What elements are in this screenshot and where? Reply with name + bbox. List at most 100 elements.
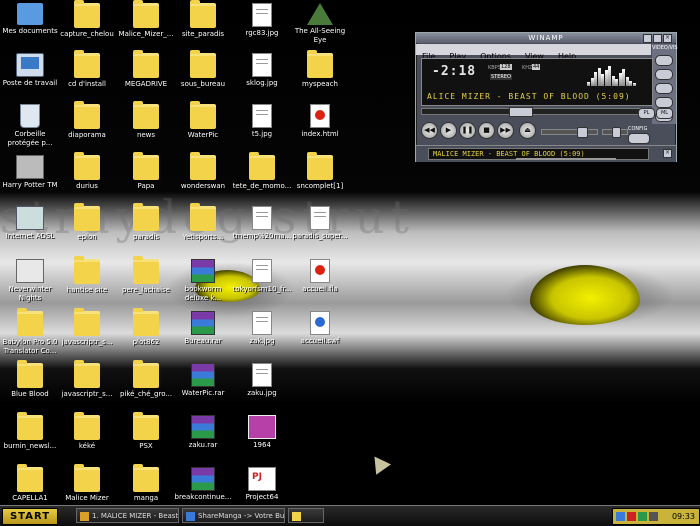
pause-button[interactable]: ❚❚ xyxy=(459,122,476,139)
desktop-icon[interactable]: Malice Mizer xyxy=(57,464,117,505)
config-button[interactable] xyxy=(628,133,650,144)
desktop-icon[interactable]: javascriptr_s... xyxy=(57,308,117,364)
desktop-icon[interactable]: hantise site xyxy=(57,256,117,312)
time-display[interactable]: -2:18 xyxy=(432,64,476,79)
desktop-icon[interactable]: myspeach xyxy=(290,50,350,106)
desktop-icon[interactable]: Project64 xyxy=(232,465,292,505)
start-button[interactable]: START xyxy=(2,508,58,525)
playlist-button[interactable]: PL xyxy=(638,108,655,119)
desktop-icon[interactable]: epion xyxy=(57,203,117,259)
taskbar-item-winamp[interactable]: 1. MALICE MIZER - Beast o... xyxy=(76,508,179,523)
volume-icon[interactable] xyxy=(649,512,658,521)
winamp-titlebar[interactable]: WINAMP × xyxy=(416,33,676,43)
vis-button-2[interactable] xyxy=(655,69,673,80)
volume-knob[interactable] xyxy=(576,127,588,138)
shade-button[interactable] xyxy=(653,34,662,43)
desktop-icon[interactable]: sklog.jpg xyxy=(232,51,292,106)
desktop-icon[interactable]: index.html xyxy=(290,102,350,157)
winrar-icon xyxy=(191,415,215,439)
messenger-icon[interactable] xyxy=(638,512,647,521)
desktop-icon[interactable]: zak.jpg xyxy=(232,309,292,364)
desktop-icon[interactable]: Yetisports... xyxy=(173,203,233,259)
desktop-icon[interactable]: sous_bureau xyxy=(173,50,233,106)
desktop-icon[interactable]: piké_ché_gro... xyxy=(116,360,176,416)
desktop-icon[interactable]: kéké xyxy=(57,412,117,468)
vis-button-4[interactable] xyxy=(655,97,673,108)
desktop-icon[interactable]: cd d'install xyxy=(57,50,117,106)
balance-knob[interactable] xyxy=(611,127,621,138)
desktop-icon[interactable]: plot862 xyxy=(116,308,176,364)
desktop-icon[interactable]: Neverwinter Nights xyxy=(0,257,60,312)
volume-slider[interactable] xyxy=(541,127,598,138)
desktop-icon-label: t5.jpg xyxy=(251,130,273,138)
seek-knob[interactable] xyxy=(509,107,534,117)
desktop-icon[interactable]: tokyorfsm10_fr... xyxy=(232,257,292,312)
desktop-icon[interactable]: sncomplet[1] xyxy=(290,152,350,208)
shade-seek-bar[interactable] xyxy=(516,158,616,160)
desktop-icon[interactable]: Corbeille protégée p... xyxy=(0,102,60,157)
folder-icon xyxy=(190,50,216,78)
desktop-icon[interactable]: wonderswan xyxy=(173,152,233,208)
desktop-icon[interactable]: The All-Seeing Eye xyxy=(290,1,350,56)
desktop-icon[interactable]: Malice_Mizer_... xyxy=(116,0,176,56)
desktop-icon[interactable]: Mes documents xyxy=(0,1,60,56)
desktop-icon[interactable]: zaku.jpg xyxy=(232,361,292,416)
next-button[interactable]: ▶▶ xyxy=(497,122,514,139)
desktop-icon[interactable]: capture_chelou xyxy=(57,0,117,56)
stop-button[interactable]: ■ xyxy=(478,122,495,139)
network-icon[interactable] xyxy=(616,512,625,521)
seek-bar[interactable] xyxy=(421,107,653,117)
desktop-icon[interactable]: burnin_newsl... xyxy=(0,412,60,468)
desktop-icon[interactable]: diaporama xyxy=(57,101,117,157)
spectrum-visualizer[interactable] xyxy=(587,66,637,86)
desktop-icon[interactable]: tete_de_momo... xyxy=(232,152,292,208)
desktop-icon[interactable]: site_paradis xyxy=(173,0,233,56)
desktop-icon[interactable]: accueil.swf xyxy=(290,309,350,364)
desktop-icon[interactable]: CAPELLA1 xyxy=(0,464,60,505)
vis-button-1[interactable] xyxy=(655,55,673,66)
desktop-icon[interactable]: WaterPic xyxy=(173,101,233,157)
desktop-icon[interactable]: Papa xyxy=(116,152,176,208)
desktop-icon[interactable]: rgc83.jpg xyxy=(232,1,292,56)
previous-button[interactable]: ◀◀ xyxy=(421,122,438,139)
shade-close-button[interactable]: × xyxy=(663,149,672,158)
balance-slider[interactable] xyxy=(602,127,628,138)
eject-button[interactable]: ⏏ xyxy=(519,122,536,139)
desktop-icon[interactable]: news xyxy=(116,101,176,157)
desktop-icon[interactable]: accueil.fla xyxy=(290,257,350,312)
desktop-icon[interactable]: Blue Blood xyxy=(0,360,60,416)
desktop-icon[interactable]: Harry Potter TM xyxy=(0,153,60,208)
desktop-icon[interactable]: durius xyxy=(57,152,117,208)
play-button[interactable]: ▶ xyxy=(440,122,457,139)
media-library-button[interactable]: ML xyxy=(656,108,673,119)
desktop-icon[interactable]: PSX xyxy=(116,412,176,468)
folder-icon xyxy=(133,464,159,492)
desktop-icon[interactable]: manga xyxy=(116,464,176,505)
desktop-icon[interactable]: bookworm deluxe k... xyxy=(173,257,233,312)
kbps-value: 128 xyxy=(500,64,512,70)
desktop-icon[interactable]: Bureau.rar xyxy=(173,309,233,364)
desktop-icon[interactable]: tmemp%20ma... xyxy=(232,204,292,259)
desktop-icon[interactable]: breakcontinue... xyxy=(173,465,233,505)
desktop-icon[interactable]: pere_lachaise xyxy=(116,256,176,312)
taskbar-item-browser[interactable]: ShareManga -> Votre Bureau... xyxy=(182,508,285,523)
desktop-icon[interactable]: MEGADRIVE xyxy=(116,50,176,106)
desktop-icon[interactable]: Babylon Pro 5.0 Translator Co... xyxy=(0,308,60,364)
desktop-icon[interactable]: zaku.rar xyxy=(173,413,233,468)
video-vis-label: VIDEO/VIS xyxy=(652,45,678,51)
desktop-icon[interactable]: paradis_super... xyxy=(290,204,350,259)
desktop-icon[interactable]: paradis xyxy=(116,203,176,259)
desktop-icon[interactable]: 1964 xyxy=(232,413,292,468)
winamp-window[interactable]: WINAMP × File Play Options View Help VIDEO/V… xyxy=(415,32,678,162)
minimize-button[interactable] xyxy=(643,34,652,43)
desktop-icon[interactable]: WaterPic.rar xyxy=(173,361,233,416)
antivirus-icon[interactable] xyxy=(627,512,636,521)
desktop-icon[interactable]: javascriptr_s... xyxy=(57,360,117,416)
desktop-icon[interactable]: Internet ADSL xyxy=(0,204,60,259)
desktop-icon[interactable]: Poste de travail xyxy=(0,51,60,106)
desktop-icon[interactable]: t5.jpg xyxy=(232,102,292,157)
vis-button-3[interactable] xyxy=(655,83,673,94)
clock[interactable]: 09:33 xyxy=(672,509,695,524)
close-button[interactable]: × xyxy=(663,34,672,43)
taskbar-item-folder[interactable] xyxy=(288,508,324,523)
